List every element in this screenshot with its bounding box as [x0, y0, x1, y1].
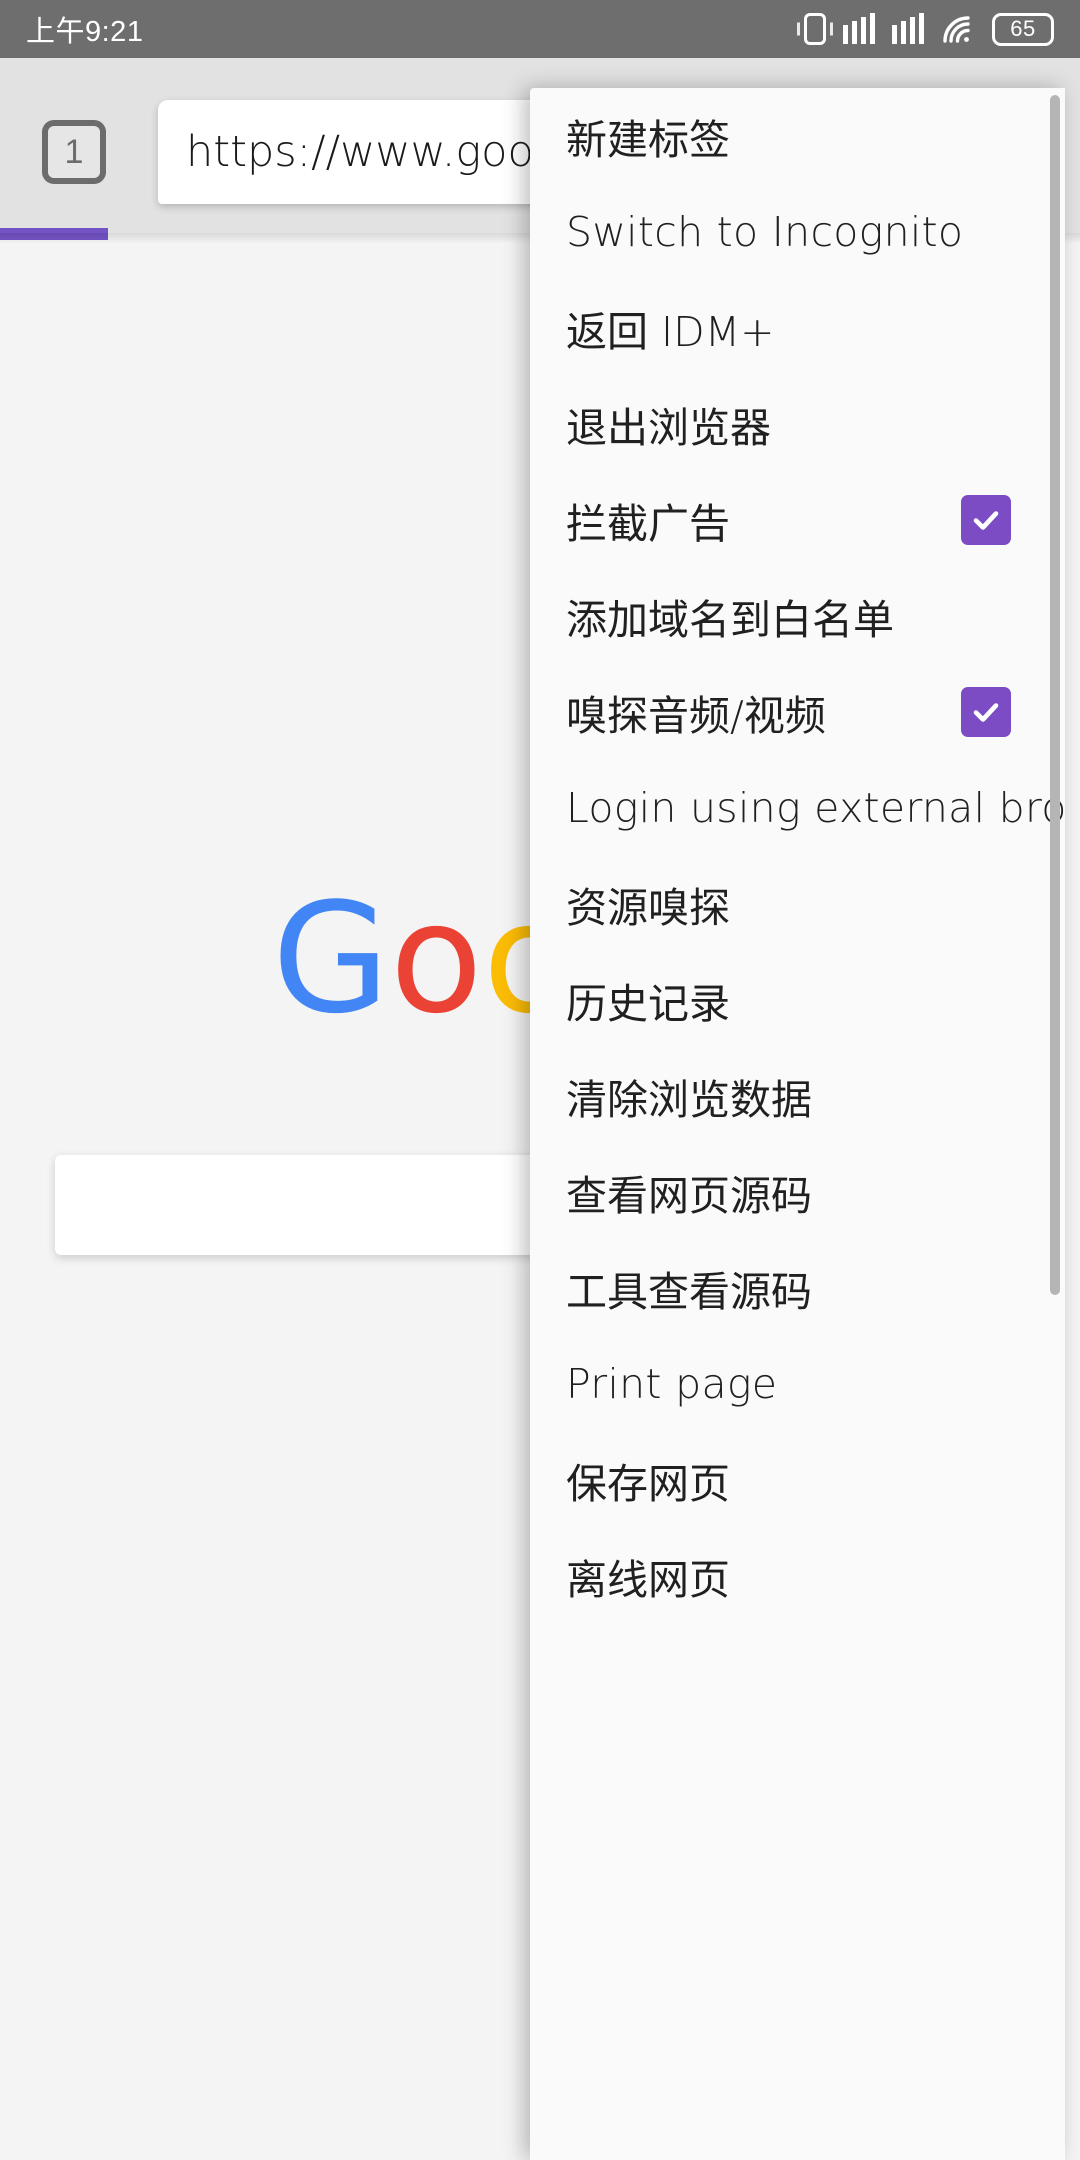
browser-overflow-menu: 新建标签 Switch to Incognito 返回 IDM+ 退出浏览器拦截广告添… [530, 88, 1065, 2160]
menu-item-7[interactable]: Login using external browser [530, 760, 1065, 856]
menu-item-label: Login using external browser [566, 784, 1065, 832]
tab-count-label: 1 [64, 132, 84, 171]
menu-item-checkbox[interactable] [961, 687, 1011, 737]
menu-item-14[interactable]: 保存网页 [530, 1432, 1065, 1528]
checkmark-icon [973, 703, 999, 722]
checkmark-icon [973, 511, 999, 530]
menu-item-checkbox[interactable] [961, 495, 1011, 545]
battery-level-label: 65 [1010, 16, 1036, 41]
battery-icon: 65 [992, 12, 1054, 46]
tab-counter-button[interactable]: 1 [42, 120, 106, 184]
status-bar-icons: 65 [804, 12, 1054, 46]
overflow-menu-list: 新建标签 Switch to Incognito 返回 IDM+ 退出浏览器拦截广告添… [530, 88, 1065, 1624]
menu-item-label: Print page [566, 1360, 778, 1408]
google-logo-letter-1: o [389, 870, 483, 1047]
menu-item-11[interactable]: 查看网页源码 [530, 1144, 1065, 1240]
menu-item-13[interactable]: Print page [530, 1336, 1065, 1432]
wifi-icon [941, 14, 975, 44]
menu-item-12[interactable]: 工具查看源码 [530, 1240, 1065, 1336]
menu-item-label: 资源嗅探 [566, 884, 730, 932]
menu-item-label: 保存网页 [566, 1460, 730, 1508]
google-logo-letter-0: G [271, 870, 390, 1047]
menu-item-label: Switch to Incognito [566, 208, 964, 256]
menu-item-6[interactable]: 嗅探音频/视频 [530, 664, 1065, 760]
menu-item-label: 历史记录 [566, 980, 730, 1028]
menu-item-2[interactable]: 返回 IDM+ [530, 280, 1065, 376]
menu-item-15[interactable]: 离线网页 [530, 1528, 1065, 1624]
menu-item-0[interactable]: 新建标签 [530, 88, 1065, 184]
signal-bars-icon-sim1 [843, 13, 875, 44]
menu-item-9[interactable]: 历史记录 [530, 952, 1065, 1048]
status-bar: 上午9:21 65 [0, 0, 1080, 58]
menu-scrollbar[interactable] [1050, 95, 1060, 1295]
menu-item-3[interactable]: 退出浏览器 [530, 376, 1065, 472]
menu-item-label: 添加域名到白名单 [566, 596, 894, 644]
menu-item-label: 清除浏览数据 [566, 1076, 812, 1124]
menu-item-label: 查看网页源码 [566, 1172, 812, 1220]
vibrate-icon [804, 13, 826, 45]
menu-item-8[interactable]: 资源嗅探 [530, 856, 1065, 952]
menu-item-5[interactable]: 添加域名到白名单 [530, 568, 1065, 664]
signal-bars-icon-sim2 [892, 13, 924, 44]
menu-item-10[interactable]: 清除浏览数据 [530, 1048, 1065, 1144]
menu-item-label: 退出浏览器 [566, 404, 771, 452]
menu-item-label: 嗅探音频/视频 [566, 692, 826, 740]
menu-item-label: 离线网页 [566, 1556, 730, 1604]
menu-item-4[interactable]: 拦截广告 [530, 472, 1065, 568]
menu-item-label: 工具查看源码 [566, 1268, 812, 1316]
menu-item-label: 拦截广告 [566, 500, 730, 548]
menu-item-label: 新建标签 [566, 116, 730, 164]
menu-item-label: 返回 IDM+ [566, 308, 775, 356]
phone-screen: 上午9:21 65 1 https://www.google. G o 新建标签… [0, 0, 1080, 2160]
menu-item-1[interactable]: Switch to Incognito [530, 184, 1065, 280]
status-bar-clock: 上午9:21 [26, 16, 144, 48]
